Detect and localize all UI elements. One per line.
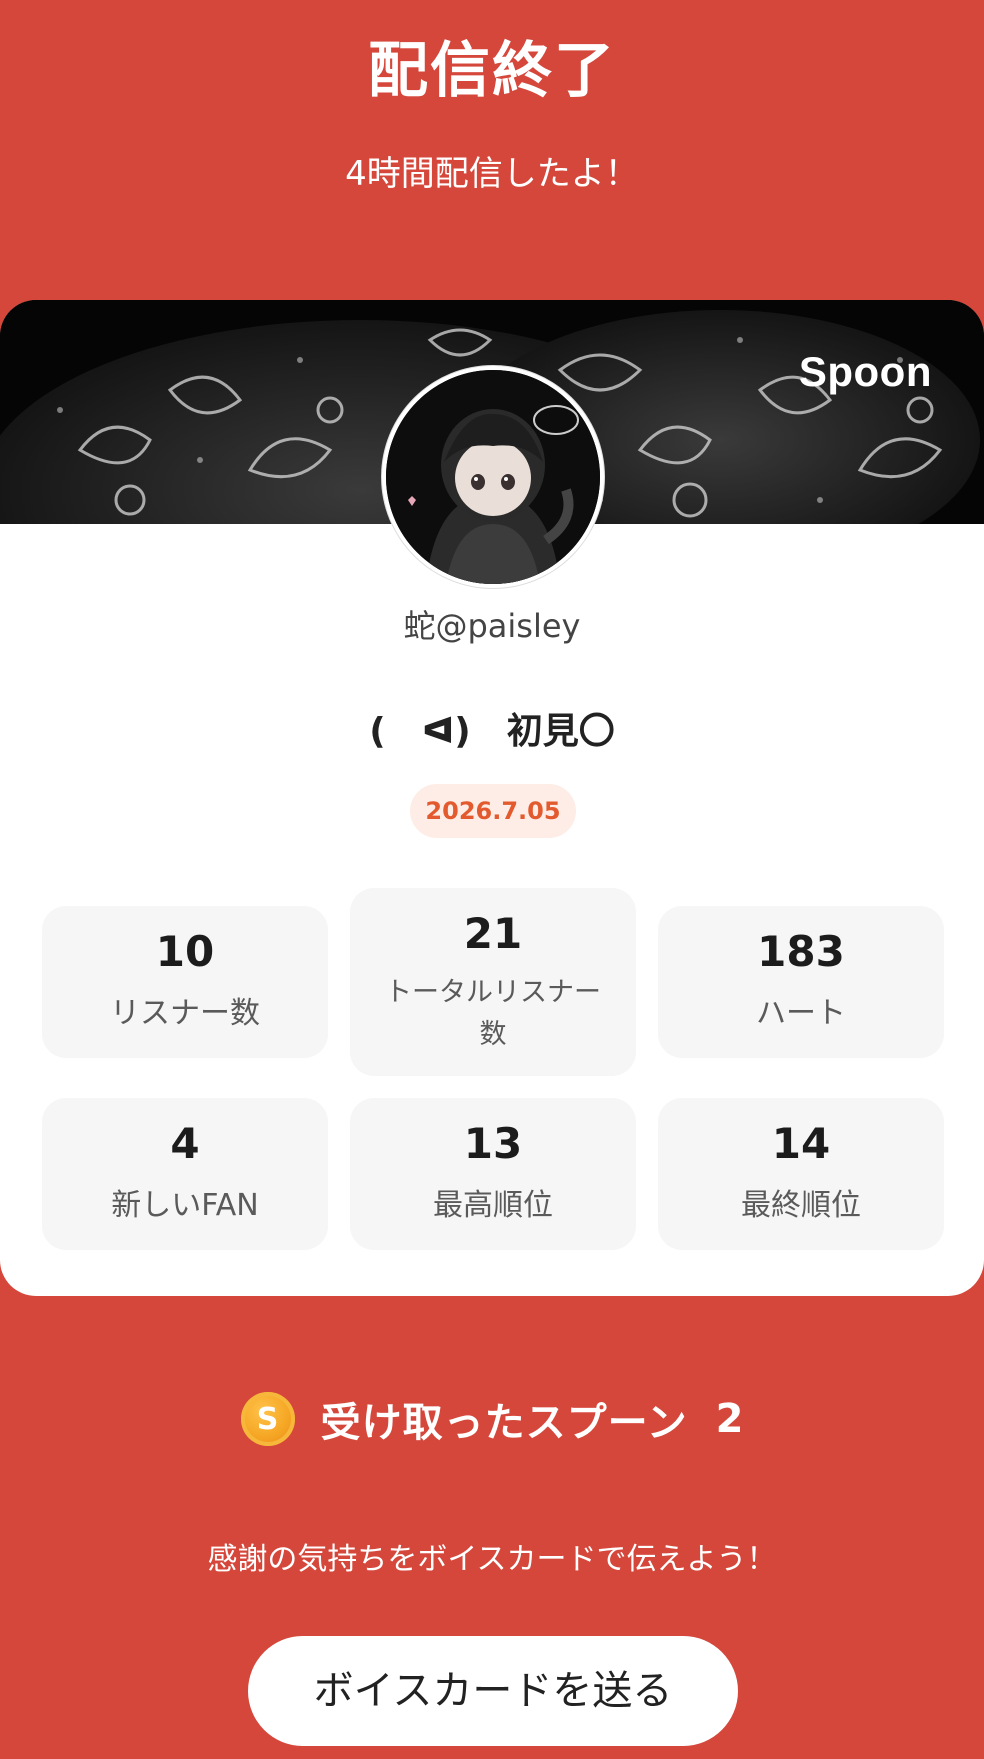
received-spoons: S 受け取ったスプーン 2: [0, 1390, 984, 1448]
stat-hearts: 183 ハート: [658, 906, 944, 1058]
date-badge: 2026.7.05: [410, 784, 576, 838]
voice-card-prompt: 感謝の気持ちをボイスカードで伝えよう！: [207, 1542, 777, 1577]
stat-label: トータルリスナー数: [385, 977, 601, 1050]
username: 蛇@paisley: [403, 607, 581, 645]
page-subtitle: 4時間配信したよ！: [345, 154, 639, 194]
send-voice-card-button[interactable]: ボイスカードを送る: [248, 1636, 738, 1746]
stat-value: 14: [771, 1119, 831, 1168]
page-title: 配信終了: [368, 36, 616, 106]
stream-title: ( ᐊ) 初見〇: [369, 711, 615, 752]
stat-value: 13: [463, 1119, 523, 1168]
stat-label: ハート: [756, 996, 846, 1031]
stat-label: 最終順位: [741, 1188, 861, 1223]
stat-value: 183: [757, 927, 845, 976]
stat-value: 4: [170, 1119, 200, 1168]
stat-value: 21: [463, 909, 523, 958]
spoon-logo: Spoon: [798, 348, 932, 395]
stat-total-listeners: 21 トータルリスナー数: [350, 888, 636, 1076]
stat-label: リスナー数: [110, 996, 260, 1031]
stat-value: 10: [155, 927, 215, 976]
spoon-coin-icon: S: [240, 1392, 295, 1446]
stat-final-rank: 14 最終順位: [658, 1098, 944, 1250]
received-spoons-label: 受け取ったスプーン: [320, 1400, 688, 1446]
stat-new-fans: 4 新しいFAN: [42, 1098, 328, 1250]
broadcast-summary-card: Spoon 蛇@paisley ( ᐊ) 初見〇 2026.7.05 10 リス…: [0, 300, 984, 1296]
stat-label: 新しいFAN: [111, 1188, 259, 1223]
stat-label: 最高順位: [433, 1188, 553, 1223]
stat-listeners: 10 リスナー数: [42, 906, 328, 1058]
received-spoons-count: 2: [715, 1396, 744, 1442]
avatar[interactable]: [382, 366, 604, 588]
stat-highest-rank: 13 最高順位: [350, 1098, 636, 1250]
